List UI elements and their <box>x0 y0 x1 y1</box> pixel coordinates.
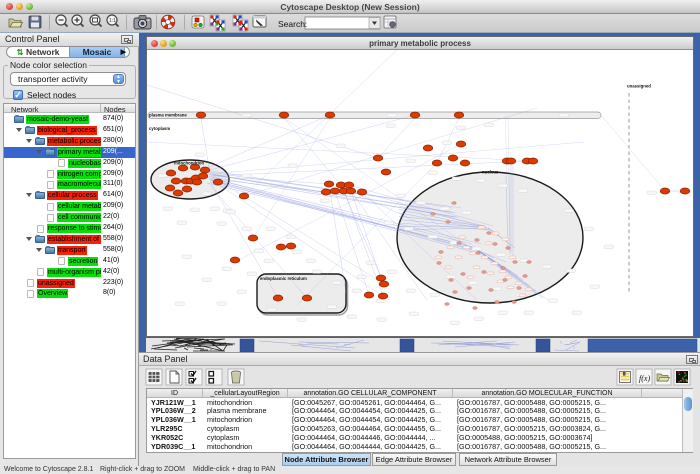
svg-text:cytoplasm: cytoplasm <box>149 126 170 131</box>
svg-text:endoplasmic reticulum: endoplasmic reticulum <box>260 276 307 281</box>
svg-text:1:1: 1:1 <box>109 18 116 24</box>
svg-text:f(x): f(x) <box>639 374 650 383</box>
svg-text:nucleus: nucleus <box>482 170 499 175</box>
svg-text:unassigned: unassigned <box>627 84 651 89</box>
svg-text:mitochondrion: mitochondrion <box>174 161 204 166</box>
svg-text:plasma membrane: plasma membrane <box>149 112 187 117</box>
